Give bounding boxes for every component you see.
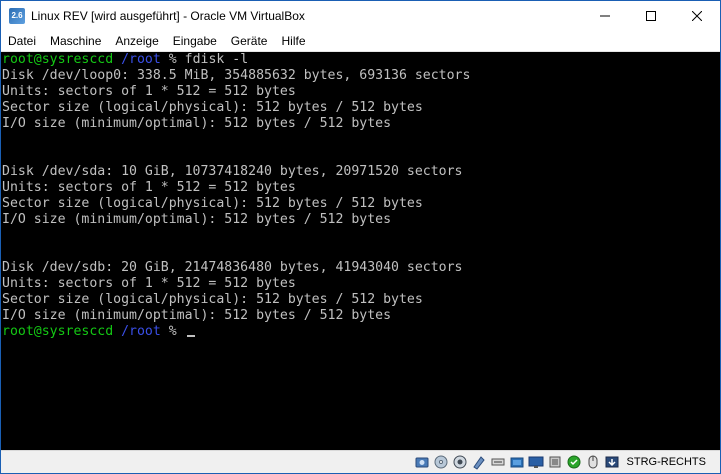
menu-eingabe[interactable]: Eingabe: [166, 31, 224, 51]
menu-anzeige[interactable]: Anzeige: [108, 31, 165, 51]
console-output-line: Units: sectors of 1 * 512 = 512 bytes: [2, 276, 296, 291]
prompt-symbol: %: [168, 52, 177, 67]
display-icon[interactable]: [528, 454, 544, 470]
minimize-button[interactable]: [582, 1, 628, 31]
vm-console-screen[interactable]: root@sysresccd /root % fdisk -l Disk /de…: [1, 52, 720, 451]
shared-folders-icon[interactable]: [509, 454, 525, 470]
text-cursor: [186, 335, 195, 337]
hard-disk-icon[interactable]: [414, 454, 430, 470]
menu-hilfe[interactable]: Hilfe: [274, 31, 312, 51]
menu-geraete[interactable]: Geräte: [224, 31, 275, 51]
window-controls: [582, 1, 720, 31]
close-icon: [692, 11, 702, 21]
active-prompt-line: root@sysresccd /root %: [2, 324, 195, 340]
optical-drive-icon[interactable]: [433, 454, 449, 470]
console-output-line: I/O size (minimum/optimal): 512 bytes / …: [2, 116, 392, 131]
maximize-icon: [646, 11, 656, 21]
console-output-line: Sector size (logical/physical): 512 byte…: [2, 196, 423, 211]
prompt-user-host: root@sysresccd: [2, 52, 114, 67]
window-title: Linux REV [wird ausgeführt] - Oracle VM …: [31, 9, 305, 23]
command-prompt-line: root@sysresccd /root % fdisk -l: [2, 52, 248, 68]
console-output-line: Disk /dev/loop0: 338.5 MiB, 354885632 by…: [2, 68, 471, 83]
prompt-symbol: %: [168, 324, 177, 339]
console-output-line: Sector size (logical/physical): 512 byte…: [2, 100, 423, 115]
maximize-button[interactable]: [628, 1, 674, 31]
menu-datei[interactable]: Datei: [1, 31, 43, 51]
usb-icon[interactable]: [490, 454, 506, 470]
mouse-integration-icon[interactable]: [585, 454, 601, 470]
prompt-path: /root: [121, 324, 161, 339]
prompt-path: /root: [121, 52, 161, 67]
console-output-line: I/O size (minimum/optimal): 512 bytes / …: [2, 308, 392, 323]
console-output-line: Units: sectors of 1 * 512 = 512 bytes: [2, 180, 296, 195]
console-output-line: Sector size (logical/physical): 512 byte…: [2, 292, 423, 307]
console-output-line: Disk /dev/sdb: 20 GiB, 21474836480 bytes…: [2, 260, 463, 275]
menu-bar: Datei Maschine Anzeige Eingabe Geräte Hi…: [1, 31, 720, 52]
console-output-line: Units: sectors of 1 * 512 = 512 bytes: [2, 84, 296, 99]
console-output-line: Disk /dev/sda: 10 GiB, 10737418240 bytes…: [2, 164, 463, 179]
audio-icon[interactable]: [452, 454, 468, 470]
title-bar[interactable]: 2.6 Linux REV [wird ausgeführt] - Oracle…: [1, 1, 720, 31]
console-output-line: I/O size (minimum/optimal): 512 bytes / …: [2, 212, 392, 227]
minimize-icon: [600, 15, 610, 17]
network-icon[interactable]: [471, 454, 487, 470]
virtualbox-window: 2.6 Linux REV [wird ausgeführt] - Oracle…: [0, 0, 721, 474]
keyboard-capture-icon[interactable]: [604, 454, 620, 470]
command-text: fdisk -l: [184, 52, 249, 67]
menu-maschine[interactable]: Maschine: [43, 31, 108, 51]
cpu-icon[interactable]: [566, 454, 582, 470]
host-key-label[interactable]: STRG-RECHTS: [627, 456, 706, 468]
status-bar: STRG-RECHTS: [1, 450, 720, 473]
virtualbox-app-icon[interactable]: 2.6: [9, 8, 25, 24]
prompt-user-host: root@sysresccd: [2, 324, 114, 339]
close-button[interactable]: [674, 1, 720, 31]
video-capture-icon[interactable]: [547, 454, 563, 470]
